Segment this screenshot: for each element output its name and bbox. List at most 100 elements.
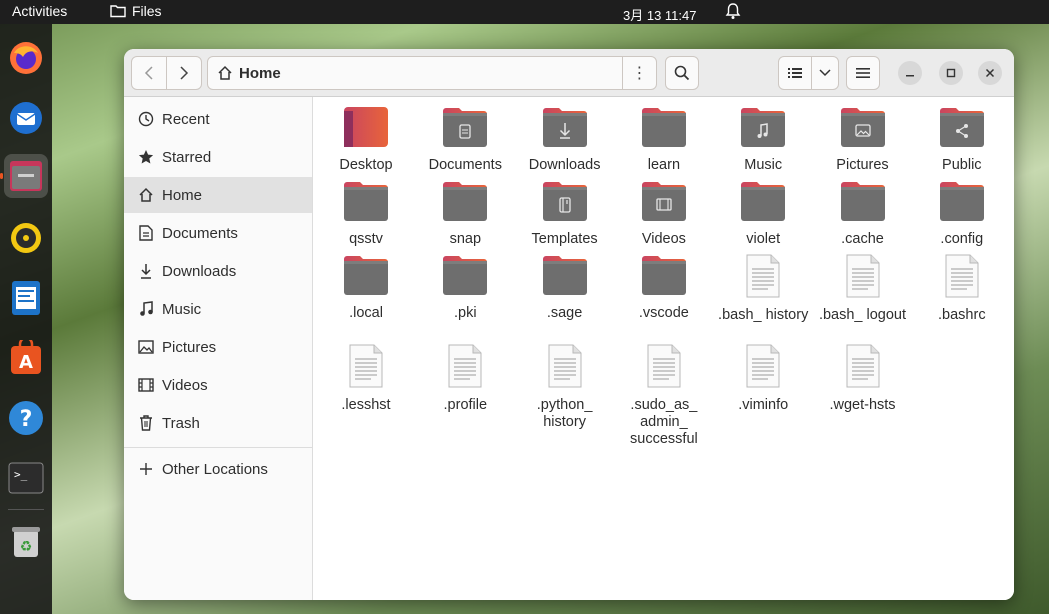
sidebar-item-videos[interactable]: Videos bbox=[124, 367, 312, 403]
file-item[interactable]: .lesshst bbox=[318, 343, 414, 414]
dock: A ? >_ ♻ bbox=[0, 24, 52, 614]
folder-item[interactable]: .vscode bbox=[616, 253, 712, 322]
file-item[interactable]: .python_ history bbox=[517, 343, 613, 431]
star-icon bbox=[135, 149, 157, 165]
clock[interactable]: 3月 13 11:47 bbox=[623, 5, 696, 24]
folder-icon bbox=[715, 179, 811, 228]
text-file-icon bbox=[815, 343, 911, 394]
search-icon bbox=[674, 65, 690, 81]
back-button[interactable] bbox=[131, 56, 167, 90]
sidebar-item-music[interactable]: Music bbox=[124, 291, 312, 327]
folder-item[interactable]: Music bbox=[715, 105, 811, 174]
app-menu[interactable]: Files bbox=[110, 3, 162, 19]
document-icon bbox=[135, 225, 157, 241]
sidebar-separator bbox=[124, 447, 312, 448]
folder-item[interactable]: snap bbox=[417, 179, 513, 248]
item-name: .vscode bbox=[638, 305, 689, 321]
thunderbird-icon[interactable] bbox=[4, 96, 48, 140]
minimize-button[interactable] bbox=[898, 61, 922, 85]
sidebar-item-downloads[interactable]: Downloads bbox=[124, 253, 312, 289]
folder-item[interactable]: Videos bbox=[616, 179, 712, 248]
svg-text:>_: >_ bbox=[14, 468, 28, 481]
forward-button[interactable] bbox=[166, 56, 202, 90]
list-view-button[interactable] bbox=[778, 56, 812, 90]
folder-icon bbox=[815, 179, 911, 228]
item-name: .lesshst bbox=[341, 397, 391, 413]
help-icon[interactable]: ? bbox=[4, 396, 48, 440]
sidebar-item-home[interactable]: Home bbox=[124, 177, 312, 213]
home-icon bbox=[135, 187, 157, 203]
item-name: .bash_ logout bbox=[818, 307, 907, 323]
writer-icon[interactable] bbox=[4, 276, 48, 320]
sidebar-item-recent[interactable]: Recent bbox=[124, 101, 312, 137]
sidebar: Recent Starred Home Documents Downloads Music… bbox=[124, 97, 313, 600]
folder-item[interactable]: .pki bbox=[417, 253, 513, 322]
path-menu-button[interactable]: ⋮ bbox=[622, 57, 656, 89]
app-center-icon[interactable]: A bbox=[4, 336, 48, 380]
folder-icon bbox=[616, 105, 712, 154]
item-name: .bash_ history bbox=[718, 307, 809, 323]
desktop-folder-icon bbox=[318, 105, 414, 154]
folder-item[interactable]: Desktop bbox=[318, 105, 414, 174]
maximize-button[interactable] bbox=[939, 61, 963, 85]
sidebar-item-documents[interactable]: Documents bbox=[124, 215, 312, 251]
bell-icon[interactable] bbox=[725, 2, 741, 23]
rhythmbox-icon[interactable] bbox=[4, 216, 48, 260]
files-icon[interactable] bbox=[0, 154, 48, 198]
sidebar-item-label: Pictures bbox=[162, 338, 217, 356]
header-bar: Home ⋮ bbox=[124, 49, 1014, 97]
text-file-icon bbox=[417, 343, 513, 394]
folder-item[interactable]: .local bbox=[318, 253, 414, 322]
firefox-icon[interactable] bbox=[4, 36, 48, 80]
folder-item[interactable]: qsstv bbox=[318, 179, 414, 248]
view-options-button[interactable] bbox=[811, 56, 839, 90]
folder-item[interactable]: .sage bbox=[517, 253, 613, 322]
folder-item[interactable]: violet bbox=[715, 179, 811, 248]
activities-button[interactable]: Activities bbox=[12, 3, 67, 19]
folder-item[interactable]: .cache bbox=[815, 179, 911, 248]
trash-icon[interactable]: ♻ bbox=[4, 520, 48, 564]
maximize-icon bbox=[946, 68, 956, 78]
running-indicator bbox=[0, 173, 3, 179]
svg-text:?: ? bbox=[20, 407, 33, 432]
file-item[interactable]: .sudo_as_ admin_ successful bbox=[616, 343, 712, 448]
item-name: .wget-hsts bbox=[829, 397, 896, 413]
templates-folder-icon bbox=[517, 179, 613, 228]
folder-item[interactable]: learn bbox=[616, 105, 712, 174]
file-item[interactable]: .bashrc bbox=[914, 253, 1010, 324]
picture-icon bbox=[135, 340, 157, 354]
svg-text:♻: ♻ bbox=[20, 539, 33, 555]
close-button[interactable] bbox=[978, 61, 1002, 85]
sidebar-item-label: Trash bbox=[162, 414, 200, 432]
minimize-icon bbox=[906, 75, 914, 77]
sidebar-item-label: Starred bbox=[162, 148, 212, 166]
folder-item[interactable]: Public bbox=[914, 105, 1010, 174]
folder-item[interactable]: Pictures bbox=[815, 105, 911, 174]
file-item[interactable]: .viminfo bbox=[715, 343, 811, 414]
item-name: Documents bbox=[428, 157, 502, 173]
file-item[interactable]: .wget-hsts bbox=[815, 343, 911, 414]
sidebar-item-pictures[interactable]: Pictures bbox=[124, 329, 312, 365]
folder-icon bbox=[616, 253, 712, 302]
sidebar-item-other-locations[interactable]: Other Locations bbox=[124, 451, 312, 487]
music-folder-icon bbox=[715, 105, 811, 154]
text-file-icon bbox=[517, 343, 613, 394]
folder-item[interactable]: .config bbox=[914, 179, 1010, 248]
public-folder-icon bbox=[914, 105, 1010, 154]
sidebar-item-starred[interactable]: Starred bbox=[124, 139, 312, 175]
folder-icon bbox=[110, 5, 126, 18]
folder-item[interactable]: Downloads bbox=[517, 105, 613, 174]
file-item[interactable]: .profile bbox=[417, 343, 513, 414]
item-name: .profile bbox=[443, 397, 488, 413]
sidebar-item-trash[interactable]: Trash bbox=[124, 405, 312, 441]
main-menu-button[interactable] bbox=[846, 56, 880, 90]
file-item[interactable]: .bash_ history bbox=[715, 253, 811, 324]
terminal-icon[interactable]: >_ bbox=[4, 456, 48, 500]
search-button[interactable] bbox=[665, 56, 699, 90]
folder-item[interactable]: Templates bbox=[517, 179, 613, 248]
text-file-icon bbox=[616, 343, 712, 394]
path-bar[interactable]: Home ⋮ bbox=[207, 56, 657, 90]
item-name: qsstv bbox=[349, 231, 383, 247]
folder-item[interactable]: Documents bbox=[417, 105, 513, 174]
file-item[interactable]: .bash_ logout bbox=[815, 253, 911, 324]
